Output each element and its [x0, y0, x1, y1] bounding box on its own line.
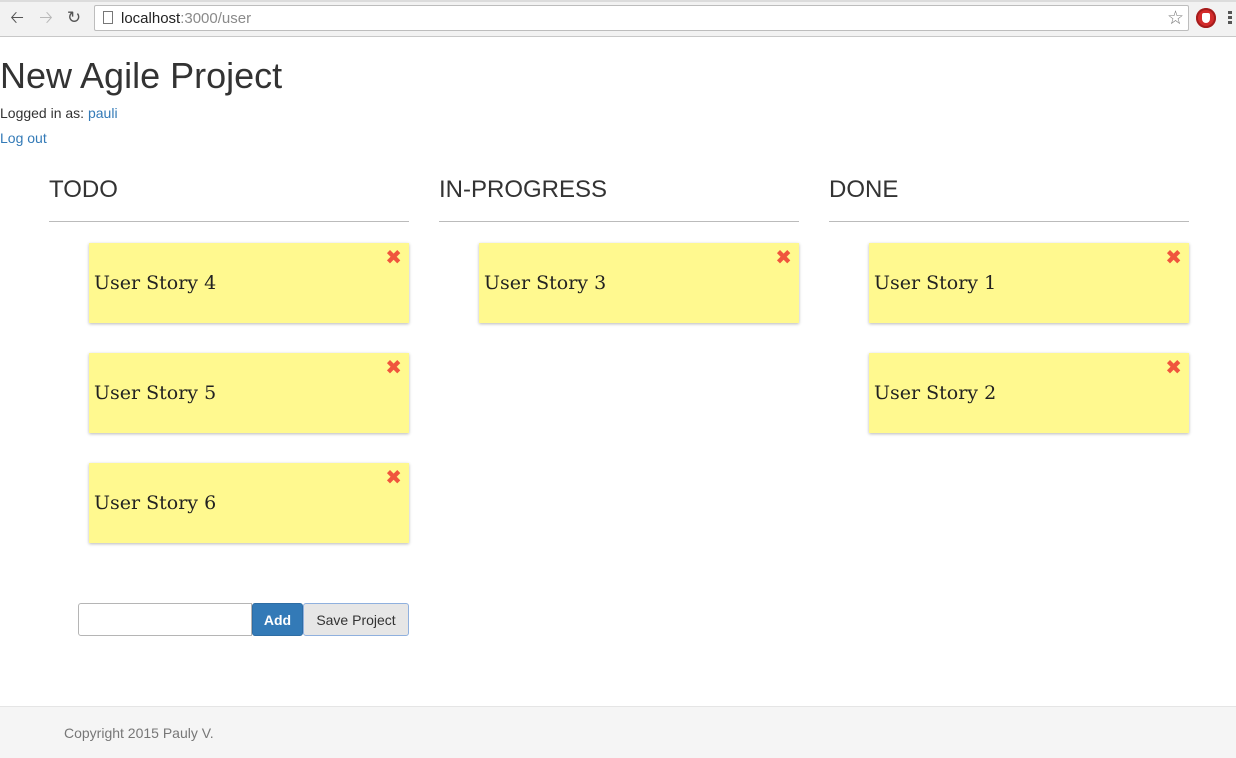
column-title-in-progress: IN-PROGRESS: [439, 175, 799, 222]
address-bar[interactable]: localhost:3000/user ☆: [94, 5, 1189, 31]
logged-in-label: Logged in as:: [0, 105, 88, 121]
back-arrow-icon[interactable]: 🡠: [7, 8, 27, 28]
column-in-progress: IN-PROGRESS User Story 3 ✖: [439, 175, 799, 323]
url-path: :3000/user: [180, 10, 252, 27]
close-icon[interactable]: ✖: [1165, 246, 1182, 268]
story-card[interactable]: User Story 4 ✖: [89, 243, 409, 323]
close-icon[interactable]: ✖: [775, 246, 792, 268]
story-card-title: User Story 4: [94, 272, 217, 294]
story-card-title: User Story 6: [94, 492, 217, 514]
close-icon[interactable]: ✖: [385, 356, 402, 378]
page-title: New Agile Project: [0, 55, 283, 96]
save-project-button[interactable]: Save Project: [303, 603, 409, 636]
column-done: DONE User Story 1 ✖ User Story 2 ✖: [829, 175, 1189, 433]
url-host: localhost: [121, 10, 181, 27]
adblock-icon[interactable]: [1196, 8, 1216, 28]
story-card-title: User Story 1: [874, 272, 997, 294]
column-title-todo: TODO: [49, 175, 409, 222]
story-card-title: User Story 3: [484, 272, 607, 294]
close-icon[interactable]: ✖: [1165, 356, 1182, 378]
column-title-done: DONE: [829, 175, 1189, 222]
story-card[interactable]: User Story 5 ✖: [89, 353, 409, 433]
story-card[interactable]: User Story 1 ✖: [869, 243, 1189, 323]
story-card-title: User Story 5: [94, 382, 217, 404]
login-status: Logged in as: pauli: [0, 105, 118, 122]
story-card[interactable]: User Story 3 ✖: [479, 243, 799, 323]
column-todo: TODO User Story 4 ✖ User Story 5 ✖ User …: [49, 175, 409, 543]
username-link[interactable]: pauli: [88, 105, 118, 121]
story-input[interactable]: [78, 603, 252, 636]
copyright-text: Copyright 2015 Pauly V.: [64, 725, 214, 741]
page-icon: [103, 11, 113, 24]
logout-link[interactable]: Log out: [0, 130, 47, 147]
close-icon[interactable]: ✖: [385, 246, 402, 268]
star-icon[interactable]: ☆: [1167, 7, 1184, 29]
menu-icon[interactable]: [1228, 11, 1232, 25]
story-card[interactable]: User Story 2 ✖: [869, 353, 1189, 433]
add-button[interactable]: Add: [252, 603, 303, 636]
reload-icon[interactable]: ↻: [64, 8, 84, 28]
browser-toolbar: 🡠 🡢 ↻ localhost:3000/user ☆: [0, 0, 1236, 37]
story-card-title: User Story 2: [874, 382, 997, 404]
footer: Copyright 2015 Pauly V.: [0, 706, 1236, 758]
close-icon[interactable]: ✖: [385, 466, 402, 488]
story-card[interactable]: User Story 6 ✖: [89, 463, 409, 543]
tab-strip-edge: [0, 0, 1236, 2]
forward-arrow-icon[interactable]: 🡢: [36, 8, 56, 28]
url-text[interactable]: localhost:3000/user: [121, 10, 251, 27]
